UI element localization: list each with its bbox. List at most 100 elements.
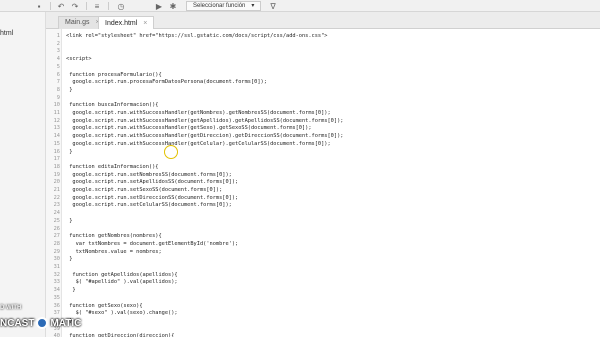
function-select[interactable]: Seleccionar función ▾ <box>186 1 262 11</box>
line-number: 24 <box>53 210 60 217</box>
function-select-label: Seleccionar función <box>193 3 246 9</box>
sidebar-file-item[interactable]: html <box>0 30 13 37</box>
line-number: 2 <box>56 40 60 47</box>
line-number: 11 <box>53 110 60 116</box>
code-line[interactable]: 27 function getNombres(nombres){ <box>46 233 600 241</box>
code-line[interactable]: 22 google.script.run.setDireccionSS(docu… <box>46 195 600 203</box>
code-line[interactable]: 15 google.script.run.withSuccessHandler(… <box>46 141 600 149</box>
code-line[interactable]: 26 <box>46 226 600 234</box>
code-text: function buscaInformacion(){ <box>66 102 159 109</box>
code-text: $( "#apellido" ).val(apellidos); <box>66 279 178 286</box>
line-number: 9 <box>56 94 60 101</box>
line-number: 32 <box>53 271 60 278</box>
code-line[interactable]: 34 } <box>46 287 600 295</box>
code-text: google.script.run.procesaFormDatosPerson… <box>66 79 267 86</box>
watermark-text-a: NCAST <box>0 317 35 329</box>
code-line[interactable]: 6 function procesaFormulario(){ <box>46 72 600 80</box>
code-line[interactable]: 24 <box>46 210 600 218</box>
undo-icon[interactable]: ↶ <box>56 1 66 11</box>
code-line[interactable]: 25 } <box>46 218 600 226</box>
code-line[interactable]: 30 } <box>46 256 600 264</box>
bug-icon[interactable]: ∇ <box>268 1 278 11</box>
line-number: 30 <box>53 256 60 263</box>
tab-label: Main.gs <box>65 19 90 26</box>
run-icon[interactable]: ▶ <box>154 1 164 11</box>
tab-label: Index.html <box>105 19 138 27</box>
line-number: 34 <box>53 287 60 294</box>
clock-icon[interactable]: ◷ <box>116 1 126 11</box>
watermark-text-b: MATIC <box>50 317 82 329</box>
code-line[interactable]: 2 <box>46 41 600 49</box>
code-line[interactable]: 29 txtNombres.value = nombres; <box>46 249 600 257</box>
line-number: 8 <box>56 86 60 93</box>
code-line[interactable]: 10 function buscaInformacion(){ <box>46 102 600 110</box>
line-number: 7 <box>56 79 60 86</box>
code-line[interactable]: 28 var txtNombres = document.getElementB… <box>46 241 600 249</box>
code-text: } <box>66 256 73 263</box>
line-number: 31 <box>53 264 60 270</box>
code-line[interactable]: 33 $( "#apellido" ).val(apellidos); <box>46 279 600 287</box>
code-text: <script> <box>66 56 92 63</box>
cursor-highlight <box>164 145 178 159</box>
code-line[interactable]: 37 $( "#sexo" ).val(sexo).change(); <box>46 310 600 318</box>
code-editor[interactable]: 1 <link rel="stylesheet" href="https://ss… <box>46 29 600 337</box>
code-line[interactable]: 39 <box>46 326 600 334</box>
code-line[interactable]: 19 google.script.run.setNombresSS(docume… <box>46 172 600 180</box>
code-line[interactable]: 21 google.script.run.setSexoSS(document.… <box>46 187 600 195</box>
redo-icon[interactable]: ↷ <box>70 1 80 11</box>
line-number: 17 <box>53 156 60 163</box>
code-line[interactable]: 40 function getDireccion(direccion){ <box>46 333 600 337</box>
code-line[interactable]: 35 <box>46 295 600 303</box>
code-line[interactable]: 5 <box>46 64 600 72</box>
editor-tabs: Main.gs × Index.html × <box>46 12 600 30</box>
code-text: function getApellidos(apellidos){ <box>66 271 178 278</box>
code-line[interactable]: 4 <script> <box>46 56 600 64</box>
code-text: function procesaFormulario(){ <box>66 71 162 78</box>
line-number: 16 <box>53 148 60 155</box>
line-number: 14 <box>53 133 60 140</box>
indent-icon[interactable]: ≡ <box>92 1 102 11</box>
code-text: } <box>66 287 76 294</box>
code-text: function editaInformacion(){ <box>66 163 159 170</box>
toolbar-divider <box>86 2 87 10</box>
code-line[interactable]: 14 google.script.run.withSuccessHandler(… <box>46 133 600 141</box>
line-number: 22 <box>53 194 60 201</box>
code-text: function getNombres(nombres){ <box>66 233 162 240</box>
close-icon[interactable]: × <box>143 18 147 30</box>
debug-icon[interactable]: ✱ <box>168 1 178 11</box>
code-line[interactable]: 18 function editaInformacion(){ <box>46 164 600 172</box>
code-text: google.script.run.withSuccessHandler(get… <box>66 140 331 147</box>
code-line[interactable]: 1 <link rel="stylesheet" href="https://ss… <box>46 33 600 41</box>
code-line[interactable]: 12 google.script.run.withSuccessHandler(… <box>46 118 600 126</box>
code-line[interactable]: 16 } <box>46 149 600 157</box>
toolbar-divider <box>50 2 51 10</box>
code-line[interactable]: 20 google.script.run.setApellidosSS(docu… <box>46 179 600 187</box>
code-line[interactable]: 8 } <box>46 87 600 95</box>
watermark-logo-icon <box>36 317 49 329</box>
line-number: 26 <box>53 225 60 232</box>
code-line[interactable]: 3 <box>46 48 600 56</box>
code-text: var txtNombres = document.getElementById… <box>66 240 239 247</box>
code-line[interactable]: 7 google.script.run.procesaFormDatosPers… <box>46 79 600 87</box>
chevron-down-icon: ▾ <box>251 3 255 9</box>
save-icon[interactable]: ▪ <box>34 1 44 11</box>
code-text: txtNombres.value = nombres; <box>66 248 162 255</box>
line-number: 27 <box>53 233 60 240</box>
code-line[interactable]: 13 google.script.run.withSuccessHandler(… <box>46 125 600 133</box>
code-line[interactable]: 11 google.script.run.withSuccessHandler(… <box>46 110 600 118</box>
code-text: } <box>66 86 73 93</box>
code-line[interactable]: 9 <box>46 95 600 103</box>
code-line[interactable]: 36 function getSexo(sexo){ <box>46 303 600 311</box>
code-line[interactable]: 31 <box>46 264 600 272</box>
code-text: <link rel="stylesheet" href="https://ssl… <box>66 33 328 39</box>
code-text: google.script.run.setApellidosSS(documen… <box>66 179 239 186</box>
tab-index-html[interactable]: Index.html × <box>98 16 155 30</box>
code-line[interactable]: 32 function getApellidos(apellidos){ <box>46 272 600 280</box>
watermark-line2: NCAST MATIC <box>0 317 81 329</box>
toolbar-divider <box>108 2 109 10</box>
code-line[interactable]: 17 <box>46 156 600 164</box>
code-text: google.script.run.setSexoSS(document.for… <box>66 187 223 193</box>
code-line[interactable]: 23 google.script.run.setCelularSS(docume… <box>46 202 600 210</box>
code-line[interactable]: 38 } <box>46 318 600 326</box>
line-number: 18 <box>53 163 60 170</box>
